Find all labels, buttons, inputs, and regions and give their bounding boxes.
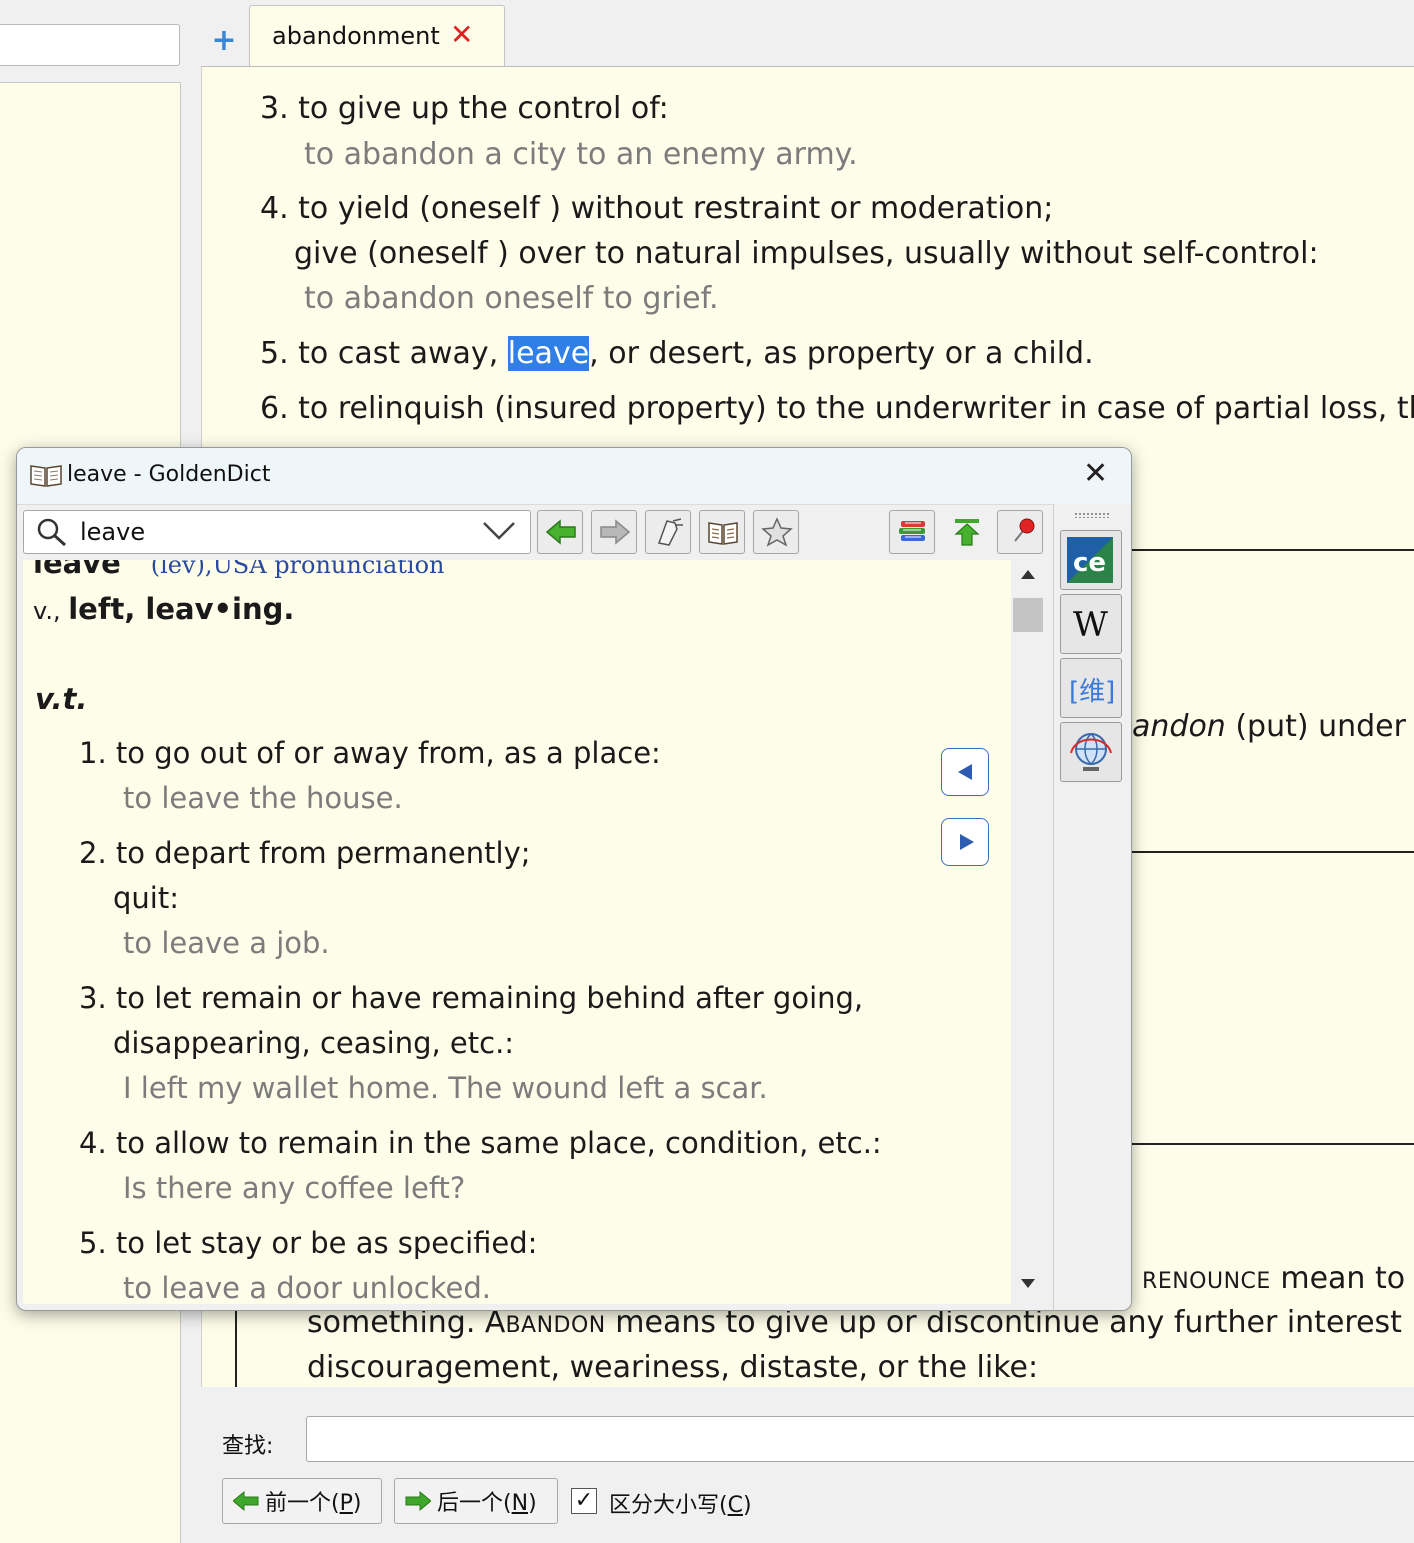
dictionary-button-cn-wiki[interactable]: [维] bbox=[1060, 658, 1122, 718]
divider bbox=[1132, 851, 1414, 853]
collins-ce-icon: ce bbox=[1067, 537, 1113, 583]
definition-2-example: to leave a job. bbox=[123, 926, 330, 960]
word-forms: v., left, leav•ing. bbox=[33, 592, 295, 626]
wikipedia-icon: W bbox=[1073, 605, 1108, 645]
triangle-left-icon bbox=[958, 764, 972, 780]
definition-2: 2. to depart from permanently; bbox=[79, 836, 531, 870]
definition-6: 6. to relinquish (insured property) to t… bbox=[260, 391, 1414, 426]
search-icon bbox=[37, 518, 67, 547]
synonym-line-1: H, Renounce mean to g bbox=[1110, 1261, 1414, 1296]
synonym-line-3: discouragement, weariness, distaste, or … bbox=[307, 1350, 1039, 1385]
dictionary-bar: ce W [维] bbox=[1053, 504, 1131, 1310]
dictionary-button-wikipedia[interactable]: W bbox=[1060, 594, 1122, 654]
grip-handle[interactable] bbox=[1074, 512, 1110, 518]
popup-scrollbar[interactable] bbox=[1011, 560, 1045, 1304]
book-icon bbox=[708, 522, 738, 545]
find-input[interactable] bbox=[306, 1416, 1414, 1462]
definition-5: 5. to let stay or be as specified: bbox=[79, 1226, 538, 1260]
pronounce-icon bbox=[657, 518, 683, 546]
next-dictionary-button[interactable] bbox=[941, 818, 989, 866]
scroll-up-icon[interactable] bbox=[1020, 568, 1036, 580]
close-icon[interactable]: ✕ bbox=[450, 18, 473, 51]
pronunciation-link[interactable]: USA pronunciation bbox=[213, 560, 445, 579]
pin-up-icon bbox=[954, 519, 980, 546]
dictionaries-icon bbox=[899, 521, 925, 541]
pin-button[interactable] bbox=[997, 510, 1043, 554]
expand-up-button[interactable] bbox=[943, 510, 989, 554]
definition-3-example: I left my wallet home. The wound left a … bbox=[123, 1071, 768, 1105]
popup-search-value: leave bbox=[80, 518, 146, 546]
pin-icon bbox=[1014, 518, 1035, 542]
chinese-wiki-icon: [维] bbox=[1069, 677, 1116, 707]
dictionary-button-web[interactable] bbox=[1060, 722, 1122, 782]
dictionary-info-button[interactable] bbox=[699, 510, 745, 554]
scrollbar-thumb[interactable] bbox=[1013, 598, 1043, 632]
plus-icon[interactable]: + bbox=[208, 26, 240, 58]
triangle-right-icon bbox=[960, 834, 974, 850]
word-search-input[interactable] bbox=[0, 24, 180, 66]
pronounce-button[interactable] bbox=[645, 510, 691, 554]
previous-dictionary-button[interactable] bbox=[941, 748, 989, 796]
definition-4-example: to abandon oneself to grief. bbox=[304, 281, 719, 316]
definition-5-example: to leave a door unlocked. bbox=[123, 1271, 491, 1304]
definition-3: 3. to give up the control of: bbox=[260, 91, 669, 126]
book-icon bbox=[30, 465, 62, 487]
case-sensitive-label: 区分大小写(C) bbox=[609, 1493, 752, 1518]
find-next-button[interactable]: 后一个(N) bbox=[394, 1478, 558, 1524]
popup-search-input[interactable]: leave bbox=[23, 510, 531, 554]
back-arrow-icon bbox=[233, 1491, 259, 1511]
tab-label: abandonment bbox=[272, 22, 440, 50]
divider bbox=[1132, 549, 1414, 551]
back-button[interactable] bbox=[537, 510, 583, 554]
svg-text:ce: ce bbox=[1073, 548, 1106, 578]
definition-3: 3. to let remain or have remaining behin… bbox=[79, 981, 864, 1015]
definition-3-example: to abandon a city to an enemy army. bbox=[304, 137, 858, 172]
definition-4: 4. to yield (oneself ) without restraint… bbox=[260, 191, 1054, 226]
forward-button[interactable] bbox=[591, 510, 637, 554]
definition-4-example: Is there any coffee left? bbox=[123, 1171, 466, 1205]
find-previous-button[interactable]: 前一个(P) bbox=[222, 1478, 382, 1524]
goldendict-popup[interactable]: leave - GoldenDict ✕ leave leave (lēv),U… bbox=[16, 447, 1132, 1311]
definition-5: 5. to cast away, leave, or desert, as pr… bbox=[260, 336, 1094, 371]
dictionary-button-collins[interactable]: ce bbox=[1060, 530, 1122, 590]
find-label: 查找: bbox=[222, 1434, 274, 1459]
tab-abandonment[interactable]: abandonment ✕ bbox=[249, 5, 505, 67]
quote-bar bbox=[235, 1307, 237, 1387]
dictionaries-button[interactable] bbox=[889, 510, 935, 554]
partial-definition: andon (put) under (s bbox=[1132, 709, 1414, 744]
close-icon[interactable]: ✕ bbox=[1083, 456, 1108, 491]
definition-3-cont: disappearing, ceasing, etc.: bbox=[113, 1026, 515, 1060]
definition-4: 4. to allow to remain in the same place,… bbox=[79, 1126, 882, 1160]
definition-1: 1. to go out of or away from, as a place… bbox=[79, 736, 661, 770]
chevron-down-icon[interactable] bbox=[482, 519, 516, 543]
definition-1-example: to leave the house. bbox=[123, 781, 403, 815]
web-globe-icon bbox=[1070, 733, 1112, 771]
part-of-speech: v.t. bbox=[35, 682, 88, 716]
favorite-button[interactable] bbox=[753, 510, 799, 554]
case-sensitive-checkbox[interactable]: ✓ bbox=[571, 1488, 597, 1514]
divider bbox=[1132, 1143, 1414, 1145]
definition-2-cont: quit: bbox=[113, 881, 179, 915]
selected-word[interactable]: leave bbox=[507, 336, 590, 371]
headword: leave (lēv),USA pronunciation bbox=[33, 560, 445, 580]
scroll-down-icon[interactable] bbox=[1020, 1278, 1036, 1290]
definition-4-cont: give (oneself ) over to natural impulses… bbox=[294, 236, 1319, 271]
popup-article-view[interactable]: leave (lēv),USA pronunciation v., left, l… bbox=[23, 560, 1011, 1304]
forward-arrow-icon bbox=[405, 1491, 431, 1511]
popup-title: leave - GoldenDict bbox=[67, 462, 271, 487]
forward-arrow-icon bbox=[600, 519, 631, 545]
star-icon bbox=[761, 517, 793, 547]
back-arrow-icon bbox=[545, 519, 576, 545]
popup-title-bar[interactable]: leave - GoldenDict ✕ bbox=[17, 448, 1131, 505]
